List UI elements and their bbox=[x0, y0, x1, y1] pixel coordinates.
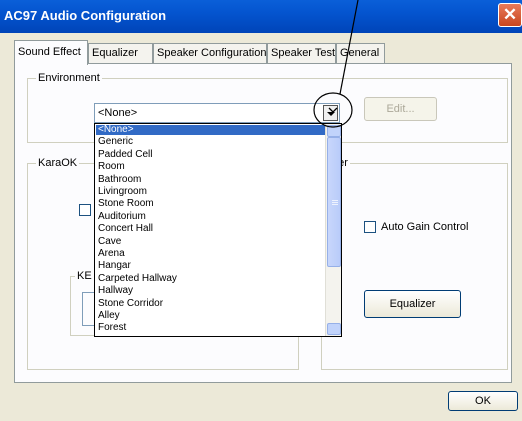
dropdown-option[interactable]: Forest bbox=[96, 323, 325, 333]
equalizer-button[interactable]: Equalizer bbox=[364, 290, 461, 318]
tab-sound-effect[interactable]: Sound Effect bbox=[14, 40, 88, 65]
dropdown-option[interactable]: Concert Hall bbox=[96, 224, 325, 234]
grip-line bbox=[332, 204, 338, 205]
dropdown-option[interactable]: Carpeted Hallway bbox=[96, 273, 325, 284]
dropdown-option[interactable]: Auditorium bbox=[96, 211, 325, 222]
karaok-group-label: KaraOK bbox=[36, 157, 80, 169]
dropdown-option[interactable]: Livingroom bbox=[96, 187, 325, 197]
tab-equalizer[interactable]: Equalizer bbox=[88, 43, 153, 64]
other-group: her bbox=[321, 157, 508, 370]
environment-dropdown-list[interactable]: Forest Alley Stone Corridor Hallway Carpeted… bbox=[94, 123, 342, 337]
environment-selected-value: <None> bbox=[98, 107, 138, 119]
grip-line bbox=[332, 200, 338, 201]
dropdown-option[interactable]: Stone Room bbox=[96, 199, 325, 209]
chevron-down-icon[interactable] bbox=[323, 105, 338, 121]
title-bar[interactable]: AC97 Audio Configuration ✕ bbox=[0, 0, 522, 33]
edit-button[interactable]: Edit... bbox=[364, 97, 437, 121]
dropdown-option[interactable]: <None> bbox=[96, 125, 325, 135]
karaok-key-slider-frame bbox=[82, 292, 94, 326]
auto-gain-label: Auto Gain Control bbox=[381, 221, 469, 233]
tab-speaker-configuration[interactable]: Speaker Configuration bbox=[153, 43, 267, 64]
dropdown-option[interactable]: Padded Cell bbox=[96, 149, 325, 160]
dropdown-option[interactable]: Cave bbox=[96, 236, 325, 247]
window-title: AC97 Audio Configuration bbox=[4, 8, 167, 23]
environment-combo[interactable]: <None> bbox=[94, 103, 340, 123]
environment-group-label: Environment bbox=[36, 72, 102, 84]
audio-config-window: AC97 Audio Configuration ✕ Sound Effect … bbox=[0, 0, 522, 421]
dropdown-option[interactable]: Stone Corridor bbox=[96, 298, 325, 309]
karaok-checkbox[interactable] bbox=[79, 204, 91, 216]
tab-speaker-test[interactable]: Speaker Test bbox=[267, 43, 336, 64]
close-button[interactable]: ✕ bbox=[498, 3, 522, 27]
dropdown-option[interactable]: Generic bbox=[96, 137, 325, 147]
dropdown-option[interactable]: Alley bbox=[96, 311, 325, 321]
dropdown-scrollbar[interactable] bbox=[325, 124, 341, 336]
dropdown-option[interactable]: Hallway bbox=[96, 286, 325, 296]
dropdown-option[interactable]: Bathroom bbox=[96, 174, 325, 185]
grip-line bbox=[332, 202, 338, 203]
dropdown-option[interactable]: Room bbox=[96, 162, 325, 172]
dropdown-option[interactable]: Arena bbox=[96, 249, 325, 259]
scrollbar-thumb[interactable] bbox=[327, 137, 341, 267]
scroll-up-icon[interactable] bbox=[327, 125, 341, 137]
tab-general[interactable]: General bbox=[336, 43, 385, 64]
close-icon: ✕ bbox=[502, 5, 518, 24]
karaok-key-label: KE bbox=[75, 270, 94, 282]
auto-gain-checkbox[interactable] bbox=[364, 221, 376, 233]
scroll-down-icon[interactable] bbox=[327, 323, 341, 335]
ok-button[interactable]: OK bbox=[448, 391, 518, 411]
dropdown-option[interactable]: Hangar bbox=[96, 261, 325, 271]
